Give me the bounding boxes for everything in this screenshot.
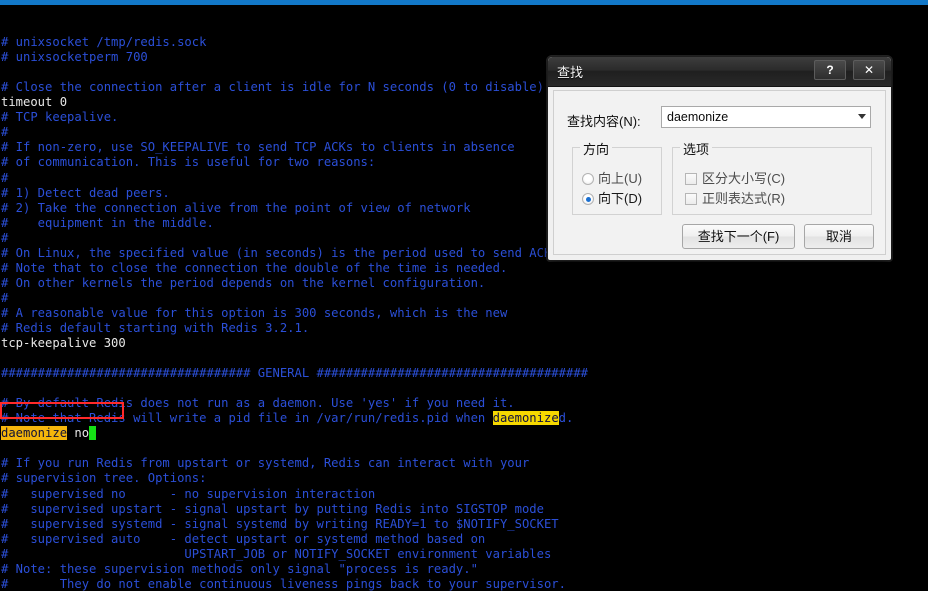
terminal-line: tcp-keepalive 300: [1, 336, 126, 351]
find-next-button[interactable]: 查找下一个(F): [682, 224, 795, 249]
radio-direction-up[interactable]: 向上(U): [582, 168, 642, 187]
terminal-line: # Note that Redis will write a pid file …: [1, 411, 574, 426]
find-what-input[interactable]: daemonize: [667, 110, 728, 124]
radio-down-indicator[interactable]: [582, 193, 594, 205]
find-dialog-titlebar[interactable]: 查找 ? ✕: [548, 57, 891, 87]
radio-up-label: 向上(U): [598, 171, 643, 186]
close-icon[interactable]: ✕: [853, 60, 885, 80]
match-case-checkbox-indicator[interactable]: [685, 173, 697, 185]
radio-down-label: 向下(D): [598, 191, 643, 206]
terminal-line: # By default Redis does not run as a dae…: [1, 396, 515, 411]
cancel-button[interactable]: 取消: [804, 224, 874, 249]
terminal-line: # unixsocket /tmp/redis.sock: [1, 35, 207, 50]
terminal-line: # supervised no - no supervision interac…: [1, 486, 376, 501]
match-case-label: 区分大小写(C): [702, 171, 786, 186]
checkbox-match-case[interactable]: 区分大小写(C): [685, 168, 785, 187]
find-what-label: 查找内容(N):: [567, 114, 641, 129]
chevron-down-icon[interactable]: [858, 114, 866, 119]
terminal-line: #: [1, 290, 9, 305]
terminal-line: ################################## GENER…: [1, 366, 588, 381]
terminal-line: # UPSTART_JOB or NOTIFY_SOCKET environme…: [1, 546, 552, 561]
find-dialog-title: 查找: [557, 65, 584, 80]
regex-checkbox-indicator[interactable]: [685, 193, 697, 205]
find-dialog-body: 查找内容(N): daemonize 方向 向上(U) 向下(D) 选项 区分大…: [553, 90, 886, 255]
terminal-line: # Note: these supervision methods only s…: [1, 561, 478, 576]
help-button[interactable]: ?: [814, 60, 846, 80]
terminal-line: daemonize no: [0, 426, 928, 441]
find-what-combobox[interactable]: daemonize: [661, 106, 871, 128]
terminal-line: # On other kernels the period depends on…: [1, 275, 486, 290]
options-group: 选项 区分大小写(C) 正则表达式(R): [672, 139, 872, 215]
terminal-line: # supervised systemd - signal systemd by…: [1, 516, 559, 531]
radio-direction-down[interactable]: 向下(D): [582, 188, 642, 207]
screen: # unixsocket /tmp/redis.sock # unixsocket…: [0, 0, 928, 591]
terminal-line: # Redis default starting with Redis 3.2.…: [1, 320, 310, 335]
terminal-line: # If you run Redis from upstart or syste…: [1, 456, 530, 471]
terminal-line: # Note that to close the connection the …: [1, 260, 508, 275]
terminal-line: # supervised auto - detect upstart or sy…: [1, 531, 486, 546]
terminal-line: # A reasonable value for this option is …: [1, 305, 508, 320]
terminal-line: # supervised upstart - signal upstart by…: [1, 501, 544, 516]
regex-label: 正则表达式(R): [702, 191, 786, 206]
radio-up-indicator[interactable]: [582, 173, 594, 185]
checkbox-regex[interactable]: 正则表达式(R): [685, 188, 785, 207]
direction-group-label: 方向: [580, 139, 613, 158]
terminal-line: # supervision tree. Options:: [1, 471, 207, 486]
terminal-line: # They do not enable continuous liveness…: [1, 576, 566, 591]
direction-group: 方向 向上(U) 向下(D): [572, 139, 662, 215]
find-dialog[interactable]: 查找 ? ✕ 查找内容(N): daemonize 方向 向上(U) 向下(D): [547, 56, 892, 261]
options-group-label: 选项: [680, 139, 713, 158]
